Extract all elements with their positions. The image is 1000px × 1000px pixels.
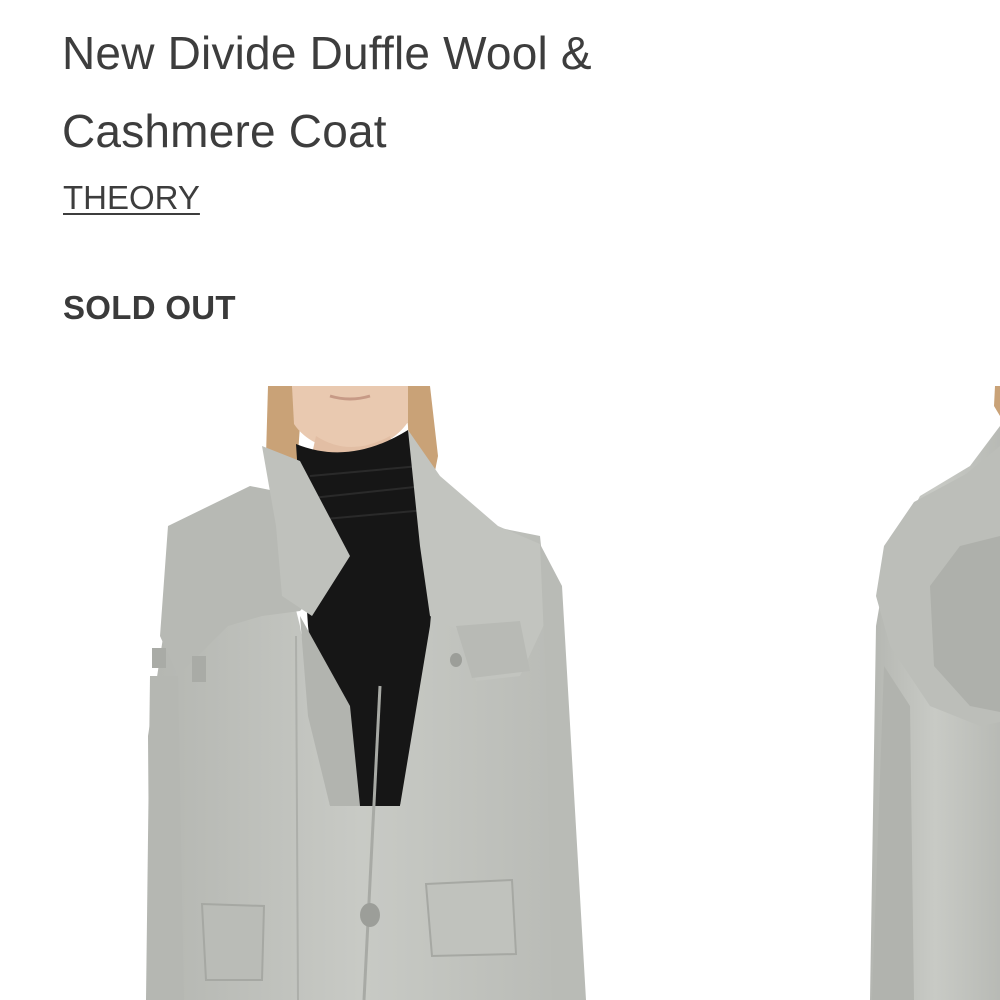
carousel-images bbox=[146, 386, 1000, 1000]
sold-out-label: SOLD OUT bbox=[63, 289, 236, 326]
product-title-line-1: New Divide Duffle Wool & bbox=[62, 27, 592, 79]
product-title: New Divide Duffle Wool & Cashmere Coat bbox=[62, 14, 862, 170]
product-image-back[interactable] bbox=[870, 386, 1000, 1000]
product-image-front[interactable] bbox=[146, 386, 586, 1000]
product-image-carousel[interactable] bbox=[0, 386, 1000, 1000]
product-page: New Divide Duffle Wool & Cashmere Coat T… bbox=[0, 0, 1000, 1000]
brand-link[interactable]: THEORY bbox=[63, 176, 200, 220]
product-title-line-2: Cashmere Coat bbox=[62, 105, 387, 157]
